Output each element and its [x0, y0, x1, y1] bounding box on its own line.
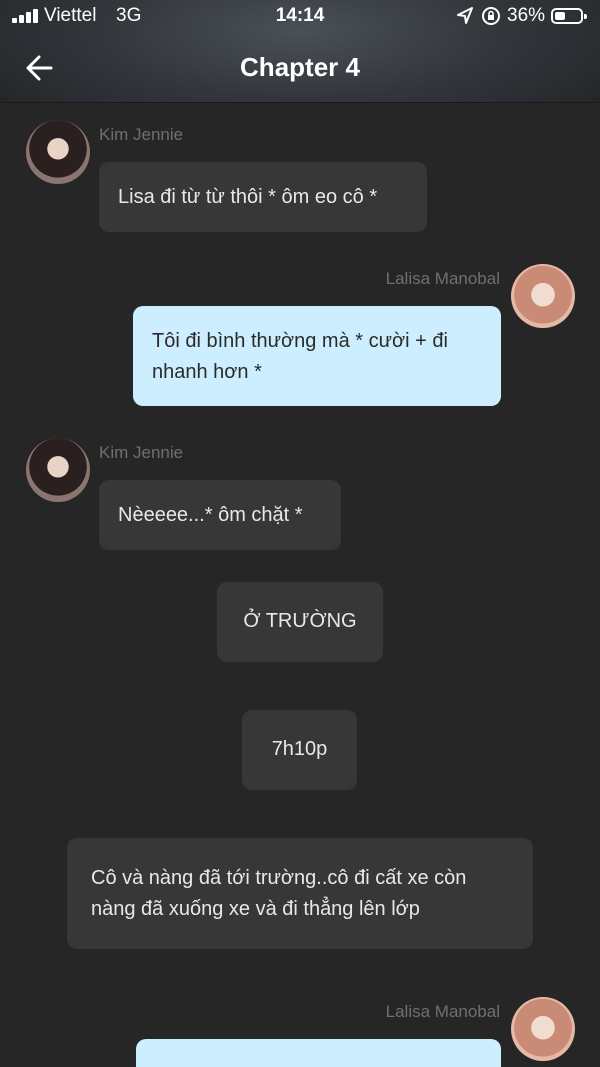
- avatar[interactable]: [26, 438, 90, 502]
- page-title: Chapter 4: [240, 52, 360, 82]
- narration-bubble: Ở TRƯỜNG: [217, 582, 383, 662]
- message-bubble: Nèeeee...* ôm chặt *: [99, 480, 341, 550]
- sender-name: Lalisa Manobal: [385, 1002, 500, 1021]
- battery-percentage: 36%: [507, 5, 546, 26]
- sender-name: Kim Jennie: [99, 443, 184, 462]
- avatar[interactable]: [26, 120, 90, 184]
- avatar[interactable]: [511, 264, 575, 328]
- narration-bubble: Cô và nàng đã tới trường..cô đi cất xe c…: [67, 838, 533, 949]
- battery-icon: [551, 8, 587, 24]
- message-bubble: [136, 1039, 501, 1067]
- avatar[interactable]: [511, 997, 575, 1061]
- location-icon: [457, 7, 473, 24]
- message-bubble: Tôi đi bình thường mà * cười + đi nhanh …: [133, 306, 501, 406]
- header: Viettel 3G 14:14 36% Chapter 4: [0, 0, 600, 103]
- narration-bubble: 7h10p: [242, 710, 357, 790]
- message-bubble: Lisa đi từ từ thôi * ôm eo cô *: [99, 162, 427, 232]
- chat-screen: Viettel 3G 14:14 36% Chapter 4 Kim Jenni…: [0, 0, 600, 1067]
- sender-name: Lalisa Manobal: [385, 269, 500, 288]
- status-bar: Viettel 3G 14:14 36%: [0, 0, 600, 34]
- sender-name: Kim Jennie: [99, 125, 184, 144]
- rotation-lock-icon: [482, 7, 500, 25]
